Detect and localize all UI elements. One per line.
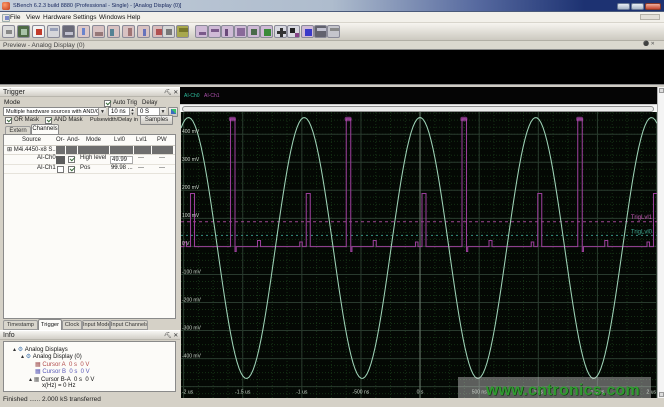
svg-text:100 mV: 100 mV [182, 213, 200, 219]
svg-text:300 mV: 300 mV [182, 157, 200, 163]
svg-text:200 mV: 200 mV [182, 185, 200, 191]
svg-text:-1 us: -1 us [296, 390, 308, 396]
svg-text:-300 mV: -300 mV [182, 325, 202, 331]
svg-text:TrigLvl1: TrigLvl1 [631, 215, 653, 221]
svg-text:400 mV: 400 mV [182, 129, 200, 135]
svg-text:TrigLvl0: TrigLvl0 [631, 230, 653, 236]
svg-text:-500 ns: -500 ns [353, 390, 370, 396]
svg-text:0 s: 0 s [417, 390, 424, 396]
svg-text:-200 mV: -200 mV [182, 297, 202, 303]
svg-text:-400 mV: -400 mV [182, 353, 202, 359]
svg-text:-1.5 us: -1.5 us [235, 390, 251, 396]
svg-text:-2 us: -2 us [182, 390, 194, 396]
svg-text:0 V: 0 V [182, 241, 190, 247]
svg-text:-100 mV: -100 mV [182, 269, 202, 275]
